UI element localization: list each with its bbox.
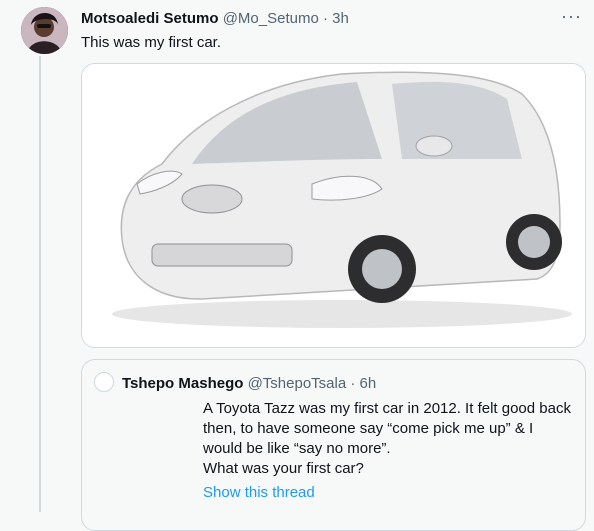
handle[interactable]: @Mo_Setumo — [223, 10, 319, 27]
show-thread-link[interactable]: Show this thread — [203, 484, 315, 501]
avatar[interactable] — [21, 7, 68, 54]
quote-timestamp[interactable]: 6h — [360, 375, 377, 392]
tweet-header: Motsoaledi Setumo @Mo_Setumo · 3h — [81, 10, 349, 27]
display-name[interactable]: Motsoaledi Setumo — [81, 10, 219, 27]
quote-separator: · — [350, 375, 356, 392]
quote-header: Tshepo Mashego @TshepoTsala · 6h — [122, 375, 376, 392]
tweet-text: This was my first car. — [81, 34, 222, 51]
quote-avatar[interactable] — [94, 372, 114, 392]
more-icon[interactable]: ··· — [561, 6, 582, 27]
quote-text-line: would be like “say no more”. — [203, 440, 391, 457]
car-photo — [82, 64, 585, 347]
quote-text-line: A Toyota Tazz was my first car in 2012. … — [203, 400, 571, 417]
quote-handle[interactable]: @TshepoTsala — [248, 375, 347, 392]
timestamp[interactable]: 3h — [332, 10, 349, 27]
avatar-image — [21, 7, 68, 54]
quote-text: A Toyota Tazz was my first car in 2012. … — [203, 399, 579, 479]
tweet-media[interactable] — [81, 63, 586, 348]
quote-display-name[interactable]: Tshepo Mashego — [122, 375, 243, 392]
quote-text-line: What was your first car? — [203, 460, 364, 477]
separator: · — [322, 10, 328, 27]
thread-line — [39, 56, 41, 512]
quote-text-line: then, to have someone say “come pick me … — [203, 420, 534, 437]
quote-tweet[interactable]: Tshepo Mashego @TshepoTsala · 6h A Toyot… — [81, 359, 586, 531]
